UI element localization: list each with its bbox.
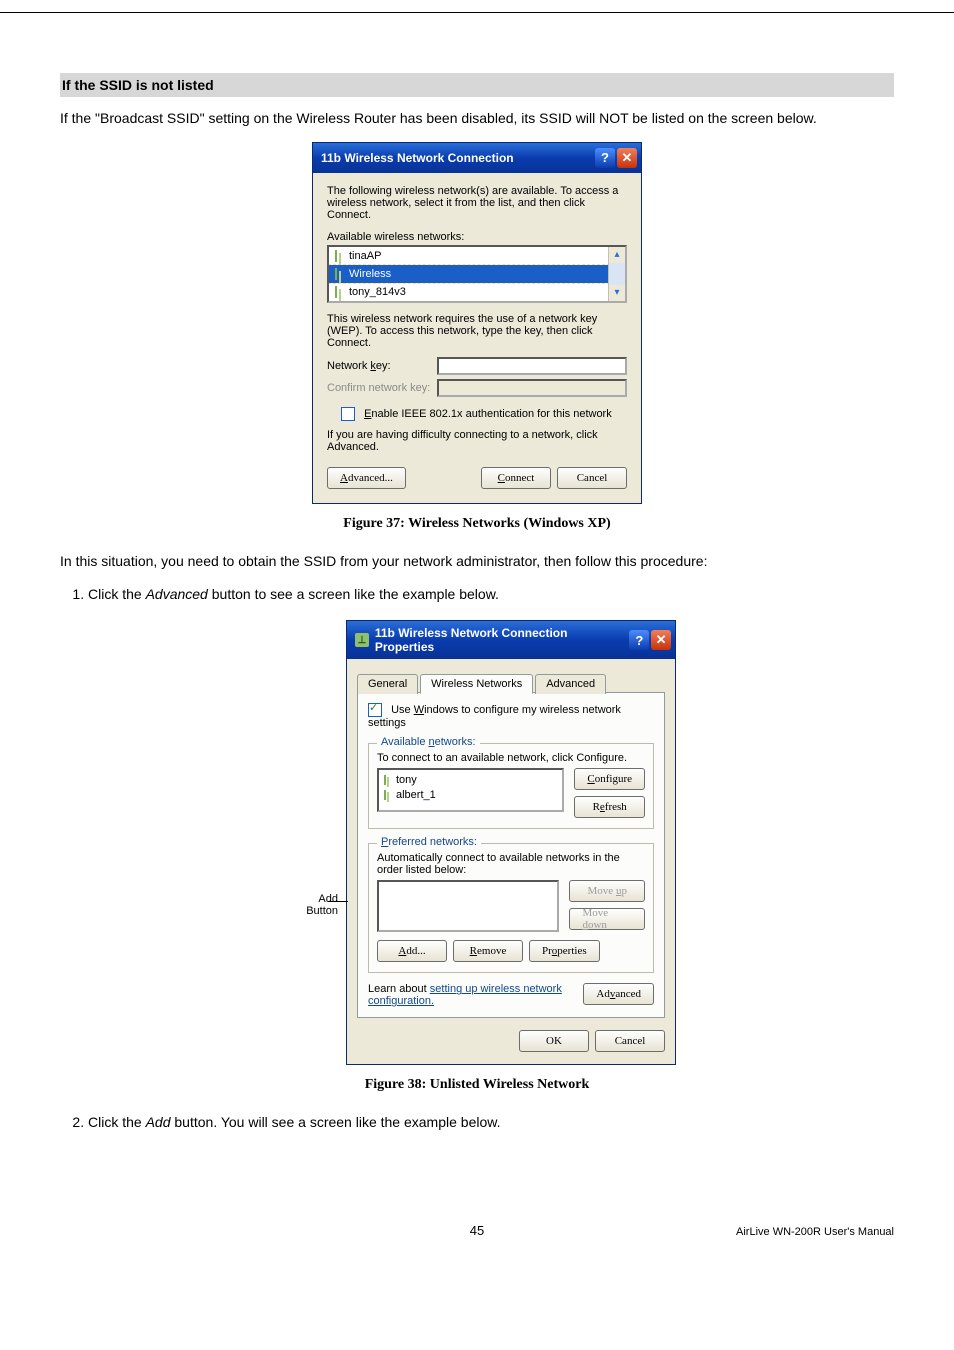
dialog-title: 11b Wireless Network Connection — [321, 151, 593, 165]
connect-button[interactable]: Connect — [481, 467, 551, 489]
signal-icon — [333, 268, 343, 280]
dialog-title: 11b Wireless Network Connection Properti… — [375, 626, 628, 654]
available-networks-label: Available wireless networks: — [327, 231, 627, 243]
tab-wireless-networks[interactable]: Wireless Networks — [420, 674, 533, 694]
intro-paragraph: If the "Broadcast SSID" setting on the W… — [60, 109, 894, 128]
wireless-icon: ⊥ — [355, 633, 369, 647]
scroll-track[interactable] — [609, 263, 625, 285]
scroll-down-icon[interactable]: ▾ — [609, 285, 625, 301]
cancel-button[interactable]: Cancel — [557, 467, 627, 489]
scroll-up-icon[interactable]: ▴ — [609, 247, 625, 263]
ok-button[interactable]: OK — [519, 1030, 589, 1052]
signal-icon — [333, 250, 343, 262]
section-heading: If the SSID is not listed — [60, 73, 894, 97]
signal-icon — [333, 286, 343, 298]
scrollbar[interactable]: ▴ ▾ — [608, 247, 625, 301]
preferred-hint: Automatically connect to available netwo… — [377, 852, 645, 876]
callout-line — [328, 901, 348, 902]
titlebar: 11b Wireless Network Connection ? ✕ — [313, 143, 641, 173]
document-page: If the SSID is not listed If the "Broadc… — [0, 12, 954, 1272]
tab-advanced[interactable]: Advanced — [535, 674, 606, 694]
network-key-label: Network key: — [327, 360, 437, 372]
page-footer: 45 AirLive WN-200R User's Manual — [60, 1223, 894, 1238]
advanced-button[interactable]: Advanced — [583, 983, 654, 1005]
dialog-body: The following wireless network(s) are av… — [313, 173, 641, 503]
procedure-list: Click the Advanced button to see a scree… — [60, 585, 894, 605]
available-hint: To connect to an available network, clic… — [377, 752, 645, 764]
step-2: Click the Add button. You will see a scr… — [88, 1113, 894, 1133]
available-list[interactable]: tony albert_1 — [377, 768, 564, 812]
wep-requirement-text: This wireless network requires the use o… — [327, 313, 627, 349]
tab-strip: General Wireless Networks Advanced — [357, 665, 665, 693]
confirm-key-row: Confirm network key: — [327, 379, 627, 397]
tab-general[interactable]: General — [357, 674, 418, 694]
figure-37-caption: Figure 37: Wireless Networks (Windows XP… — [60, 516, 894, 532]
figure-37: 11b Wireless Network Connection ? ✕ The … — [60, 142, 894, 504]
step-1: Click the Advanced button to see a scree… — [88, 585, 894, 605]
network-row[interactable]: tony_814v3 — [329, 283, 609, 301]
enable-8021x-label: Enable IEEE 802.1x authentication for th… — [364, 408, 612, 420]
figure-38-caption: Figure 38: Unlisted Wireless Network — [60, 1077, 894, 1093]
list-item[interactable]: albert_1 — [383, 787, 558, 802]
refresh-button[interactable]: Refresh — [574, 796, 645, 818]
available-networks-list[interactable]: tinaAP Wireless tony_814v3 ▴ ▾ — [327, 245, 627, 303]
dialog-body: General Wireless Networks Advanced Use W… — [347, 659, 675, 1064]
titlebar: ⊥ 11b Wireless Network Connection Proper… — [347, 621, 675, 659]
xp-dialog-properties: ⊥ 11b Wireless Network Connection Proper… — [346, 620, 676, 1065]
move-down-button: Move down — [569, 908, 645, 930]
learn-text: Learn about setting up wireless network … — [368, 983, 573, 1007]
network-row-selected[interactable]: Wireless — [329, 265, 609, 283]
dialog-footer: Advanced... Connect Cancel — [327, 467, 627, 489]
add-button[interactable]: Add... — [377, 940, 447, 962]
remove-button[interactable]: Remove — [453, 940, 523, 962]
cancel-button[interactable]: Cancel — [595, 1030, 665, 1052]
network-row[interactable]: tinaAP — [329, 247, 609, 265]
preferred-legend: Preferred networks: — [377, 836, 481, 848]
signal-icon — [383, 790, 391, 800]
manual-name: AirLive WN-200R User's Manual — [736, 1226, 894, 1238]
add-button-callout: Add Button — [278, 893, 338, 917]
properties-button[interactable]: Properties — [529, 940, 600, 962]
confirm-key-input — [437, 379, 627, 397]
list-item[interactable]: tony — [383, 772, 558, 787]
procedure-list-continued: Click the Add button. You will see a scr… — [60, 1113, 894, 1133]
difficulty-text: If you are having difficulty connecting … — [327, 429, 627, 453]
preferred-networks-group: Preferred networks: Automatically connec… — [368, 843, 654, 973]
confirm-key-label: Confirm network key: — [327, 382, 437, 394]
enable-8021x-checkbox[interactable] — [341, 407, 355, 421]
configure-button[interactable]: Configure — [574, 768, 645, 790]
tab-panel: Use Windows to configure my wireless net… — [357, 692, 665, 1018]
close-icon[interactable]: ✕ — [617, 148, 637, 168]
dialog-intro-text: The following wireless network(s) are av… — [327, 185, 627, 221]
network-key-row: Network key: — [327, 357, 627, 375]
available-legend: Available networks: — [377, 736, 480, 748]
use-windows-label: Use Windows to configure my wireless net… — [368, 704, 621, 729]
move-up-button: Move up — [569, 880, 645, 902]
use-windows-row: Use Windows to configure my wireless net… — [368, 703, 654, 729]
use-windows-checkbox[interactable] — [368, 703, 382, 717]
help-icon[interactable]: ? — [595, 148, 615, 168]
figure-38: Add Button ⊥ 11b Wireless Network Connec… — [60, 620, 894, 1065]
available-networks-group: Available networks: To connect to an ava… — [368, 743, 654, 829]
preferred-list[interactable] — [377, 880, 559, 932]
close-icon[interactable]: ✕ — [651, 630, 671, 650]
advanced-button[interactable]: Advanced... — [327, 467, 406, 489]
network-key-input[interactable] — [437, 357, 627, 375]
situation-paragraph: In this situation, you need to obtain th… — [60, 552, 894, 571]
xp-dialog-wireless-connection: 11b Wireless Network Connection ? ✕ The … — [312, 142, 642, 504]
help-icon[interactable]: ? — [629, 630, 649, 650]
signal-icon — [383, 775, 391, 785]
enable-8021x-row: Enable IEEE 802.1x authentication for th… — [341, 407, 627, 421]
